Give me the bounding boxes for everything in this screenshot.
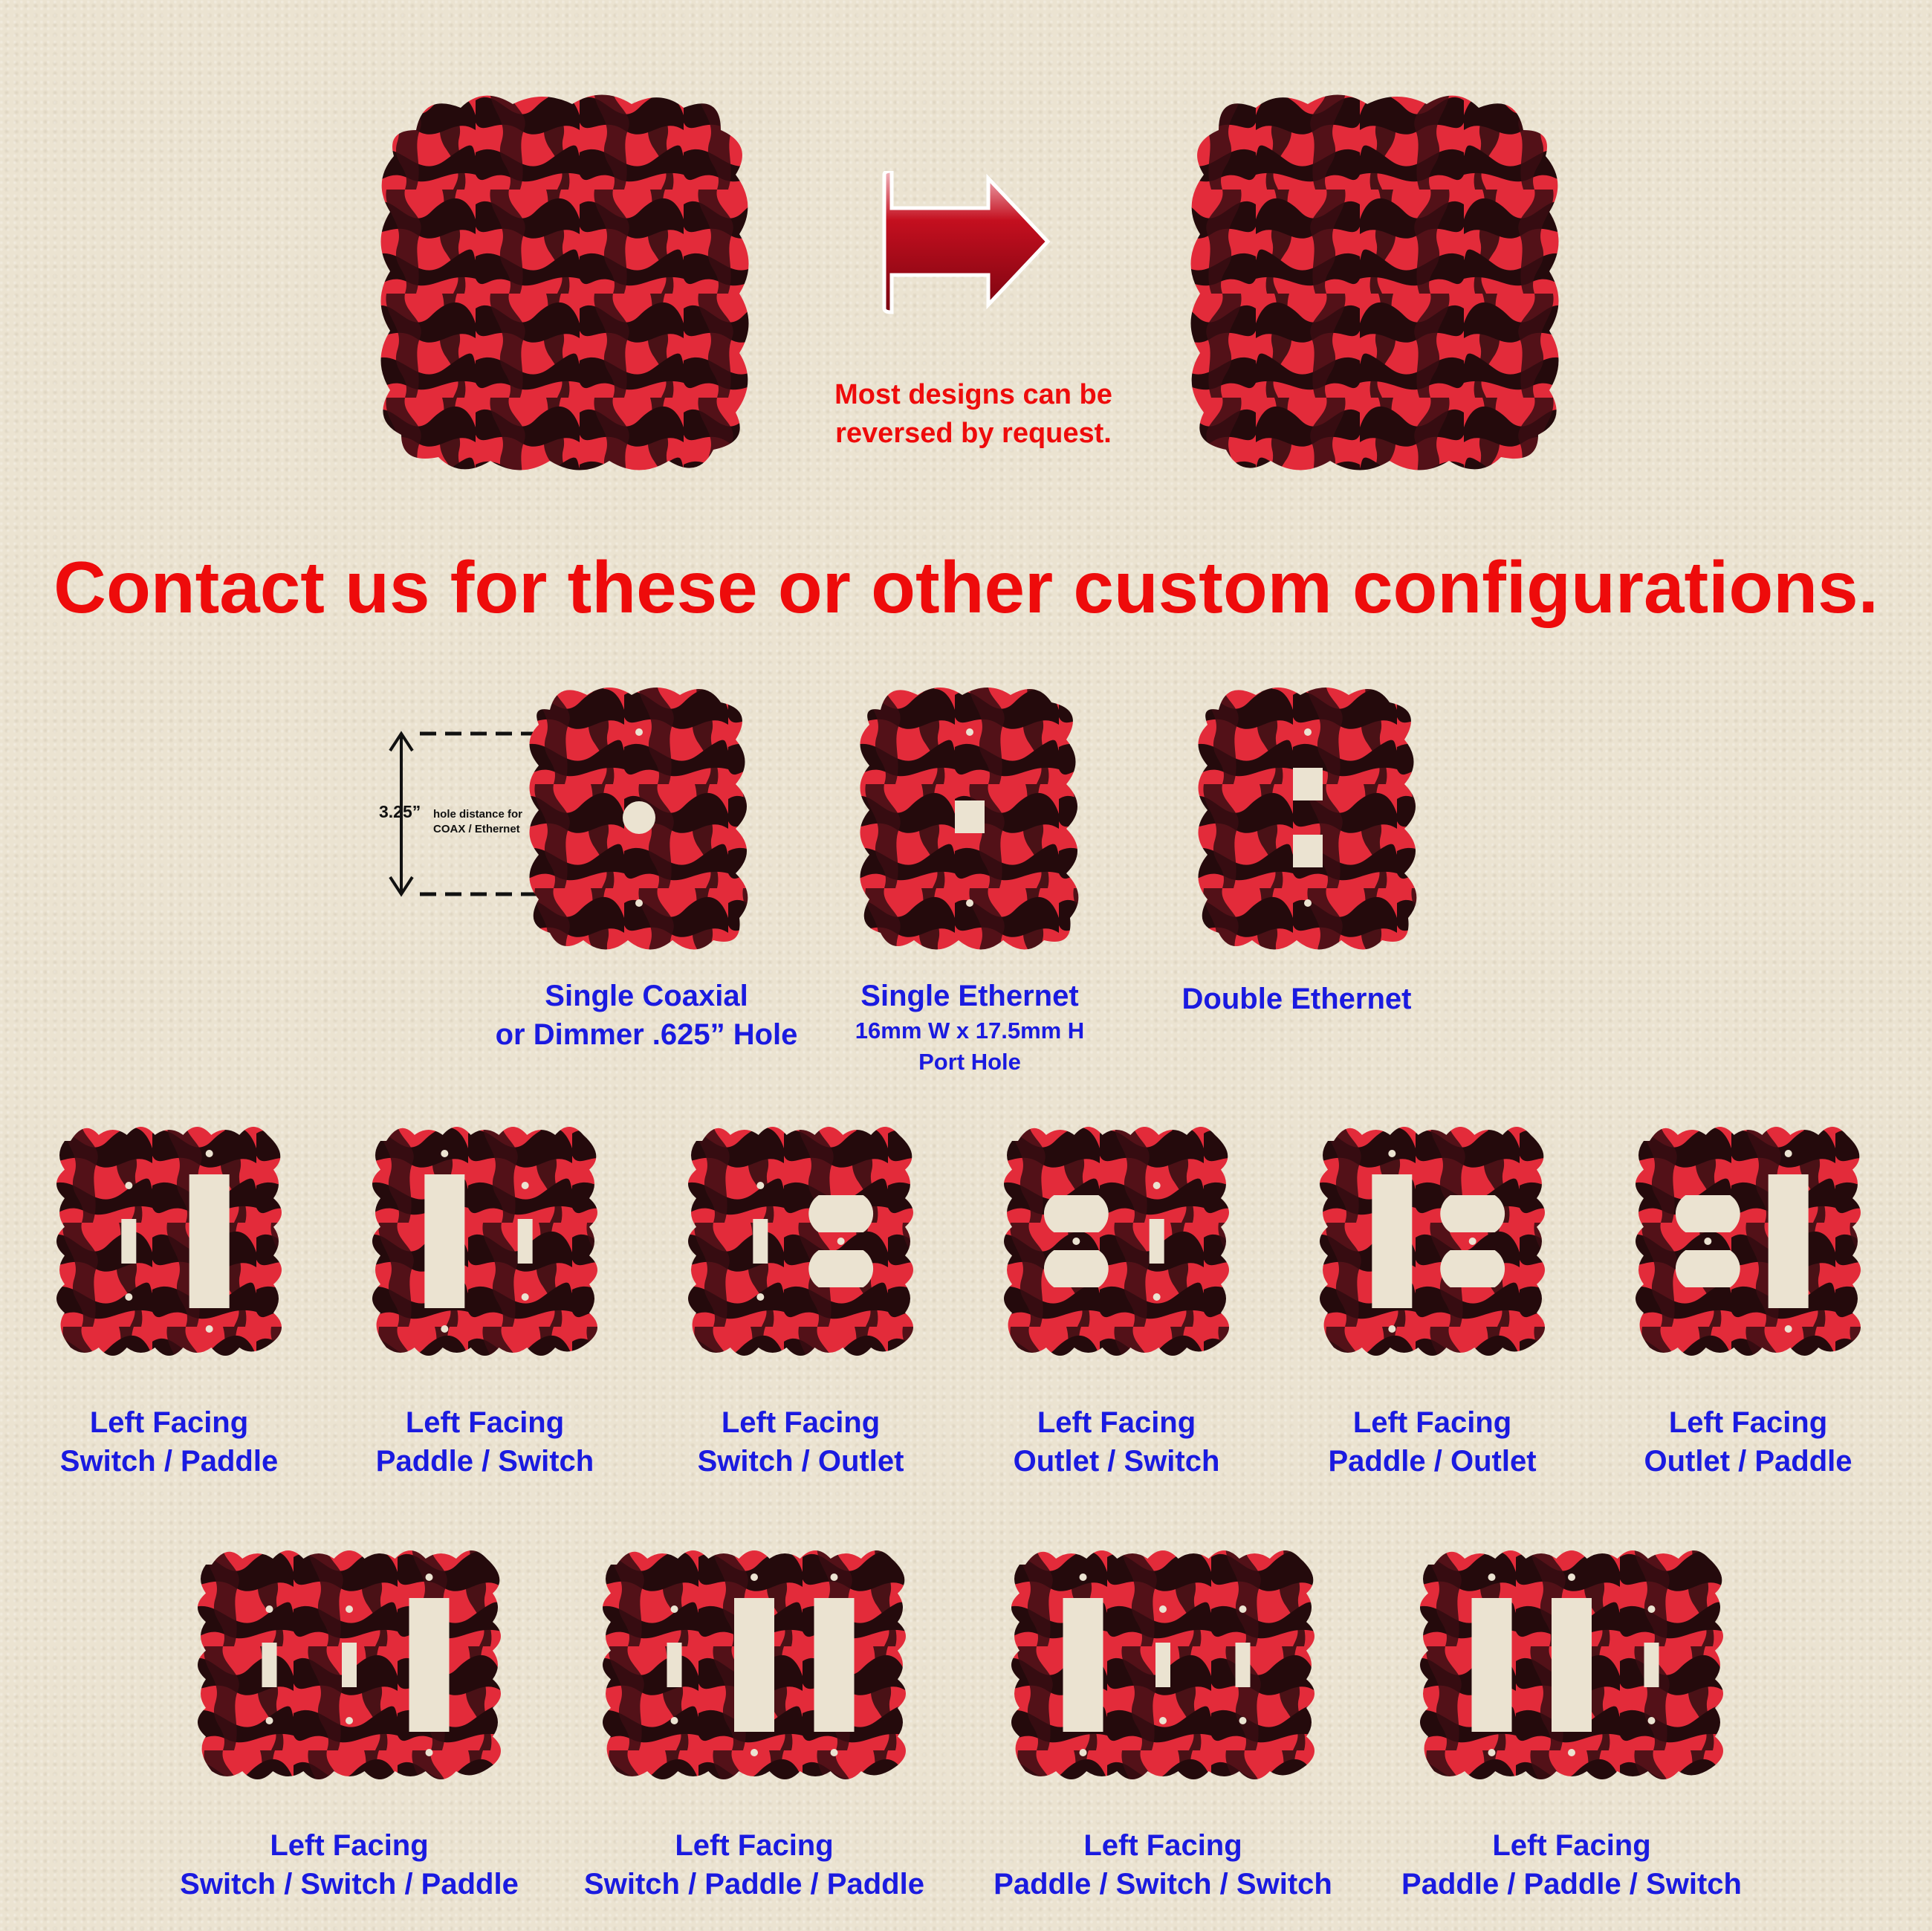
label-line: Double Ethernet [1181, 983, 1412, 1015]
label-single-ethernet: Single Ethernet 16mm W x 17.5mm H Port H… [821, 977, 1118, 1078]
dimension-note: hole distance for COAX / Ethernet [433, 807, 522, 837]
plate-paddle-switch-switch [1003, 1542, 1323, 1788]
label-line: Left Facing [675, 1829, 834, 1862]
original-design-plate [372, 85, 758, 479]
plate-switch-outlet [680, 1119, 921, 1364]
dimension-note-line-2: COAX / Ethernet [433, 823, 520, 835]
label-line: Left Facing [721, 1406, 881, 1439]
label-outlet-switch: Left Facing Outlet / Switch [951, 1403, 1282, 1481]
label-line: Left Facing [405, 1406, 565, 1439]
label-paddle-switch-switch: Left Facing Paddle / Switch / Switch [973, 1826, 1352, 1903]
contact-headline: Contact us for these or other custom con… [54, 546, 1878, 628]
double-ethernet-plate [1189, 680, 1427, 955]
label-paddle-paddle-switch: Left Facing Paddle / Paddle / Switch [1382, 1826, 1761, 1903]
label-line: Single Ethernet [860, 980, 1079, 1012]
right-arrow-icon [882, 171, 1051, 314]
label-paddle-switch: Left Facing Paddle / Switch [320, 1403, 650, 1481]
label-line: Paddle / Outlet [1328, 1445, 1537, 1478]
label-double-ethernet: Double Ethernet [1148, 980, 1445, 1018]
label-line: Outlet / Paddle [1644, 1445, 1852, 1478]
reverse-note-line-1: Most designs can be [834, 379, 1112, 410]
plate-outlet-paddle [1627, 1119, 1869, 1364]
label-switch-switch-paddle: Left Facing Switch / Switch / Paddle [160, 1826, 539, 1903]
single-coaxial-plate [520, 680, 758, 955]
plate-outlet-switch [996, 1119, 1237, 1364]
label-line: Left Facing [1352, 1406, 1512, 1439]
label-line: Switch / Outlet [697, 1445, 904, 1478]
label-paddle-outlet: Left Facing Paddle / Outlet [1267, 1403, 1598, 1481]
label-single-coaxial: Single Coaxial or Dimmer .625” Hole [468, 977, 825, 1054]
label-line: Switch / Switch / Paddle [180, 1868, 519, 1901]
label-line: Left Facing [1083, 1829, 1242, 1862]
label-line: Paddle / Paddle / Switch [1401, 1868, 1742, 1901]
reversed-design-plate [1181, 85, 1568, 479]
label-line: Left Facing [1492, 1829, 1651, 1862]
label-line: Left Facing [1037, 1406, 1196, 1439]
label-switch-outlet: Left Facing Switch / Outlet [635, 1403, 966, 1481]
plate-paddle-outlet [1312, 1119, 1553, 1364]
label-switch-paddle: Left Facing Switch / Paddle [4, 1403, 334, 1481]
plate-switch-paddle [48, 1119, 290, 1364]
single-ethernet-plate [851, 680, 1089, 955]
dimension-note-line-1: hole distance for [433, 808, 523, 821]
label-line: Switch / Paddle / Paddle [584, 1868, 924, 1901]
plate-paddle-paddle-switch [1412, 1542, 1731, 1788]
label-line: Paddle / Switch / Switch [993, 1868, 1332, 1901]
label-line: Left Facing [89, 1406, 249, 1439]
label-subline: 16mm W x 17.5mm H [855, 1018, 1085, 1044]
label-line: Switch / Paddle [59, 1445, 279, 1478]
plate-paddle-switch [364, 1119, 606, 1364]
label-line: Left Facing [1668, 1406, 1828, 1439]
reverse-note-line-2: reversed by request. [835, 418, 1112, 449]
label-outlet-paddle: Left Facing Outlet / Paddle [1583, 1403, 1913, 1481]
reverse-request-note: Most designs can be reversed by request. [773, 375, 1174, 453]
label-line: or Dimmer .625” Hole [495, 1018, 798, 1051]
label-switch-paddle-paddle: Left Facing Switch / Paddle / Paddle [565, 1826, 944, 1903]
label-line: Left Facing [270, 1829, 429, 1862]
label-line: Outlet / Switch [1013, 1445, 1220, 1478]
plate-switch-paddle-paddle [594, 1542, 914, 1788]
label-subline: Port Hole [918, 1049, 1021, 1075]
label-line: Paddle / Switch [375, 1445, 594, 1478]
plate-switch-switch-paddle [189, 1542, 509, 1788]
label-line: Single Coaxial [545, 980, 748, 1012]
dimension-value: 3.25” [379, 802, 421, 821]
